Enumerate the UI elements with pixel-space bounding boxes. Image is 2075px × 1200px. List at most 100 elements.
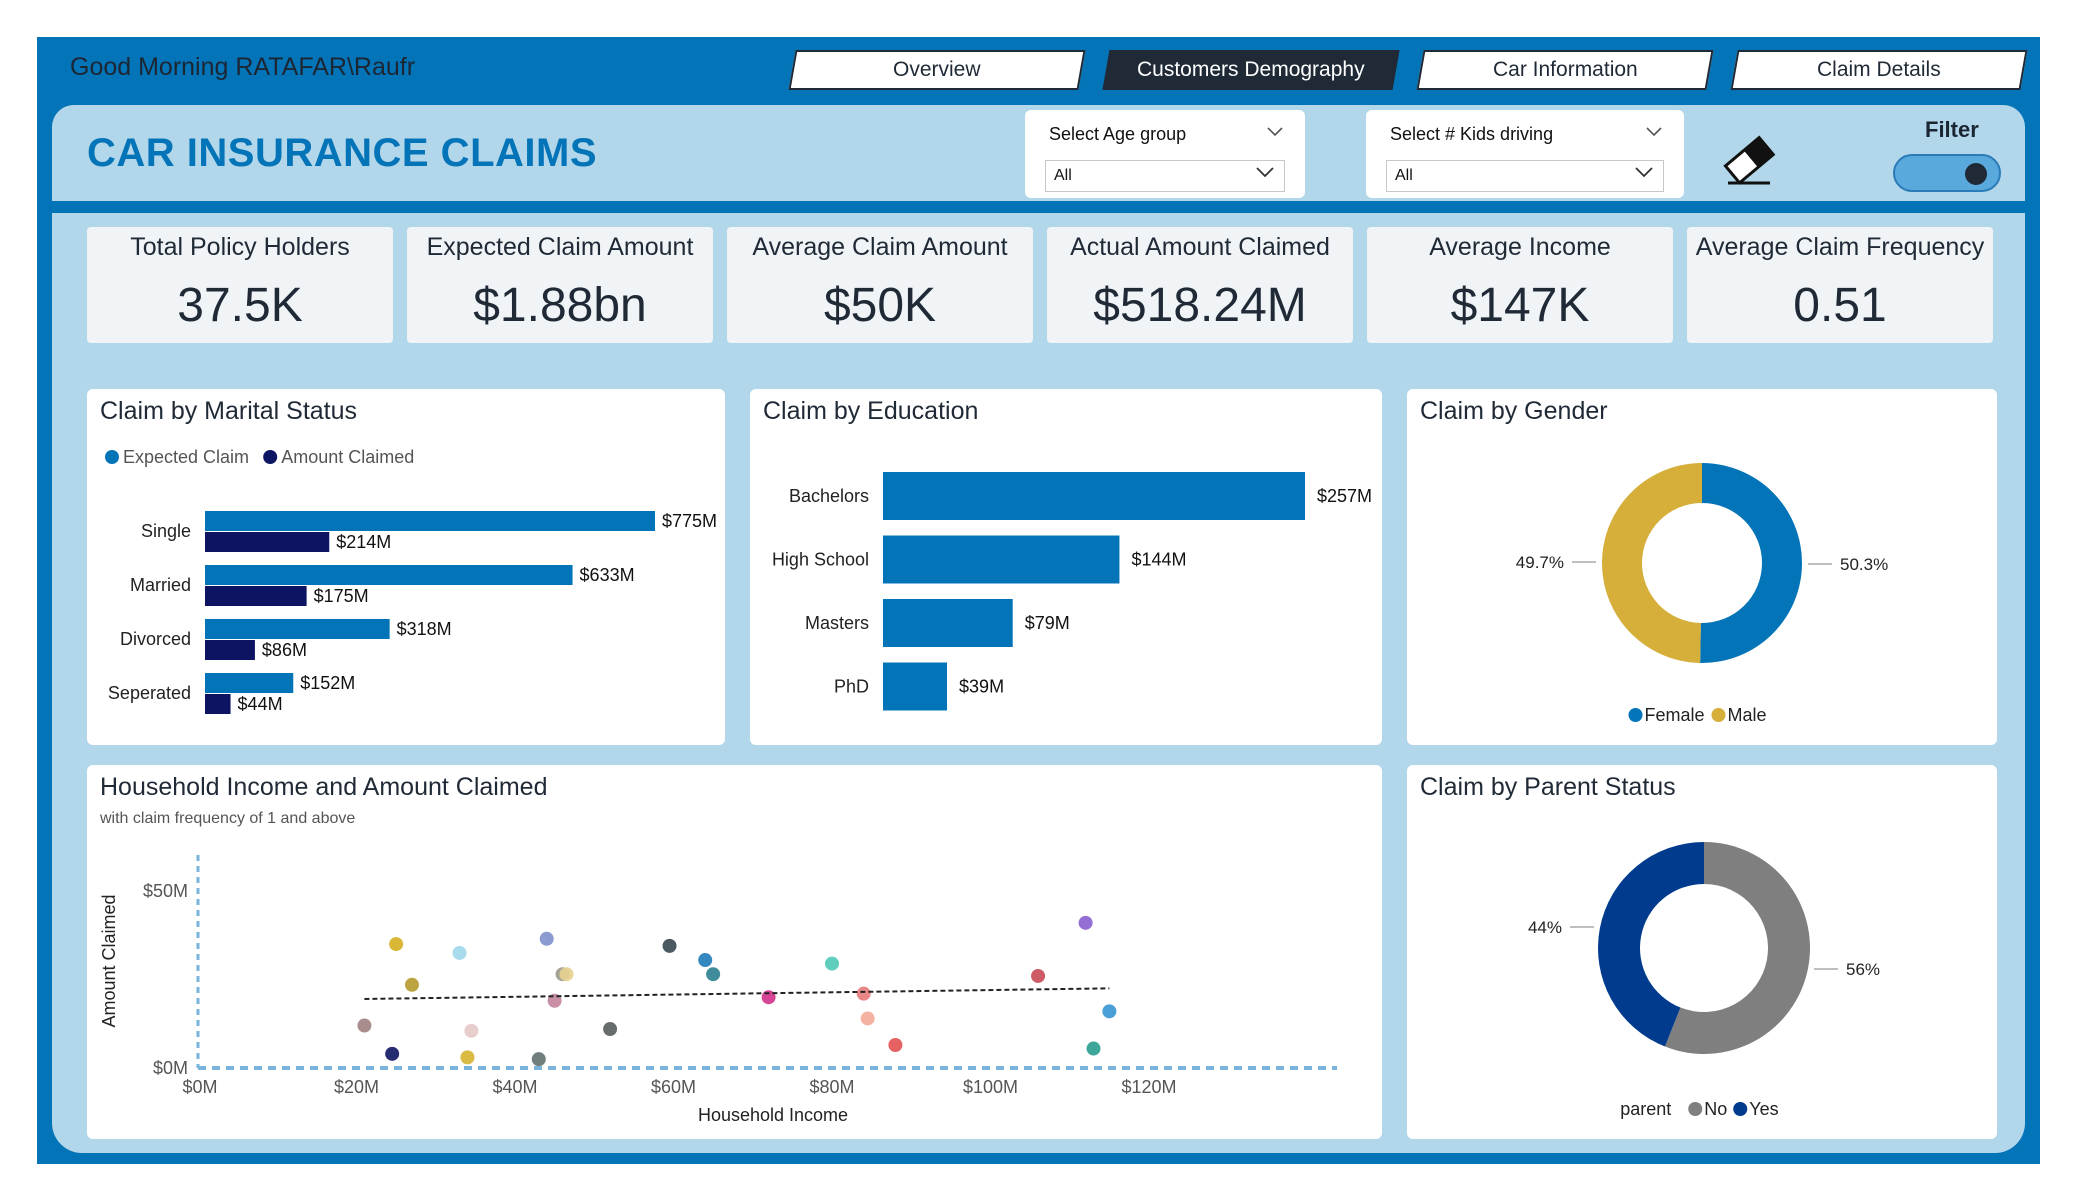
legend-label: Yes (1749, 1099, 1778, 1119)
tab-car-information[interactable]: Car Information (1416, 50, 1714, 90)
greeting-text: Good Morning RATAFAR\Raufr (70, 53, 416, 81)
bar (205, 694, 231, 714)
scatter-point (706, 967, 721, 982)
category-label: High School (772, 550, 869, 570)
category-label: Masters (805, 613, 869, 633)
scatter-point (1102, 1004, 1117, 1019)
tab-label: Claim Details (1817, 58, 1941, 81)
data-label: $86M (262, 640, 307, 660)
scatter-point (1086, 1041, 1101, 1056)
age-group-slicer[interactable]: Select Age group All (1025, 110, 1305, 198)
category-label: Seperated (108, 683, 191, 703)
kpi-title: Total Policy Holders (130, 233, 350, 261)
legend-label: Amount Claimed (281, 447, 414, 467)
category-label: Single (141, 521, 191, 541)
scatter-point (357, 1018, 372, 1033)
kpi-value: 0.51 (1793, 279, 1887, 332)
tab-label: Customers Demography (1137, 58, 1365, 81)
kpi-value: $147K (1450, 279, 1590, 332)
kpi-title: Average Income (1429, 233, 1611, 261)
marital-status-chart: Expected Claim Amount Claimed Single $775M $… (105, 447, 717, 714)
kids-driving-slicer[interactable]: Select # Kids driving All (1366, 110, 1684, 198)
education-card: Claim by Education Bachelors $257M High Sc… (750, 389, 1382, 745)
parent-status-card: Claim by Parent Status 56% 44% parent No Yes (1407, 765, 1997, 1139)
scatter-point (531, 1052, 546, 1067)
dashboard-frame: Good Morning RATAFAR\Raufr Overview Cust… (37, 37, 2040, 1164)
bar (205, 619, 390, 639)
marital-status-card: Claim by Marital Status Expected Claim Am… (87, 389, 725, 745)
data-label: $144M (1131, 550, 1186, 570)
kpi-value: $518.24M (1093, 279, 1307, 332)
scatter-point (464, 1023, 479, 1038)
chevron-down-icon[interactable] (1646, 124, 1662, 142)
kids-driving-dropdown[interactable]: All (1386, 160, 1664, 192)
legend-label: Male (1728, 705, 1767, 725)
bar (205, 565, 573, 585)
bar (883, 662, 948, 711)
tab-overview[interactable]: Overview (788, 50, 1086, 90)
kpi-card: Actual Amount Claimed $518.24M (1047, 227, 1353, 343)
bar (205, 511, 655, 531)
household-income-card: Household Income and Amount Claimed with… (87, 765, 1382, 1139)
header-panel: CAR INSURANCE CLAIMS Select Age group Al… (52, 105, 2025, 201)
eraser-icon[interactable] (1722, 135, 1778, 192)
legend-label: No (1704, 1099, 1727, 1119)
kpi-value: $1.88bn (473, 279, 647, 332)
bar (883, 535, 1120, 584)
gender-chart: 50.3% 49.7% Female Male (1516, 463, 1888, 725)
scatter-point (452, 945, 467, 960)
tab-customers-demography[interactable]: Customers Demography (1102, 50, 1400, 90)
x-axis-title: Household Income (698, 1105, 848, 1125)
toggle-knob (1965, 163, 1987, 185)
kpi-title: Average Claim Amount (752, 233, 1008, 261)
gender-card: Claim by Gender 50.3% 49.7% Female Male (1407, 389, 1997, 745)
age-group-dropdown[interactable]: All (1045, 160, 1285, 192)
scatter-point (1078, 915, 1093, 930)
slicer-label: Select # Kids driving (1390, 124, 1554, 144)
scatter-point (603, 1022, 618, 1037)
donut-slice (1700, 463, 1802, 663)
legend-title: parent (1620, 1099, 1671, 1119)
data-label: $633M (580, 565, 635, 585)
kpi-card: Total Policy Holders 37.5K (87, 227, 393, 343)
trend-line (364, 987, 1110, 1000)
x-tick-label: $120M (1121, 1077, 1176, 1097)
chevron-down-icon[interactable] (1267, 124, 1283, 142)
legend-marker (1711, 708, 1726, 722)
kpi-card: Average Claim Amount $50K (727, 227, 1033, 343)
tab-label: Car Information (1492, 58, 1638, 81)
page-title: CAR INSURANCE CLAIMS (87, 131, 597, 175)
scatter-point (385, 1046, 400, 1061)
legend-marker (1688, 1102, 1703, 1116)
data-label: $775M (662, 511, 717, 531)
data-label: 49.7% (1516, 553, 1564, 572)
chevron-down-icon (1256, 165, 1274, 183)
x-tick-label: $60M (651, 1077, 696, 1097)
legend-label: Female (1645, 705, 1705, 725)
data-label: $175M (314, 586, 369, 606)
data-label: 56% (1846, 960, 1880, 979)
data-label: $257M (1317, 486, 1372, 506)
category-label: Divorced (120, 629, 191, 649)
filter-toggle[interactable] (1893, 154, 2001, 192)
scatter-point (539, 931, 554, 946)
data-label: $214M (336, 532, 391, 552)
body-panel: Total Policy Holders 37.5K Expected Clai… (52, 213, 2025, 1153)
filter-label: Filter (1925, 117, 1979, 142)
legend-marker (263, 450, 278, 464)
bar (205, 673, 294, 693)
slicer-label: Select Age group (1049, 124, 1187, 144)
tab-claim-details[interactable]: Claim Details (1730, 50, 2028, 90)
y-tick-label: $0M (153, 1058, 188, 1078)
legend-marker (1628, 708, 1643, 722)
legend-marker (1733, 1102, 1748, 1116)
y-axis-title: Amount Claimed (99, 894, 119, 1027)
data-label: 44% (1528, 918, 1562, 937)
data-label: $44M (238, 694, 283, 714)
y-tick-label: $50M (143, 881, 188, 901)
legend-marker (105, 450, 119, 464)
scatter-point (888, 1037, 903, 1052)
dropdown-value: All (1054, 167, 1072, 184)
tab-label: Overview (893, 58, 981, 81)
bar (205, 586, 307, 606)
